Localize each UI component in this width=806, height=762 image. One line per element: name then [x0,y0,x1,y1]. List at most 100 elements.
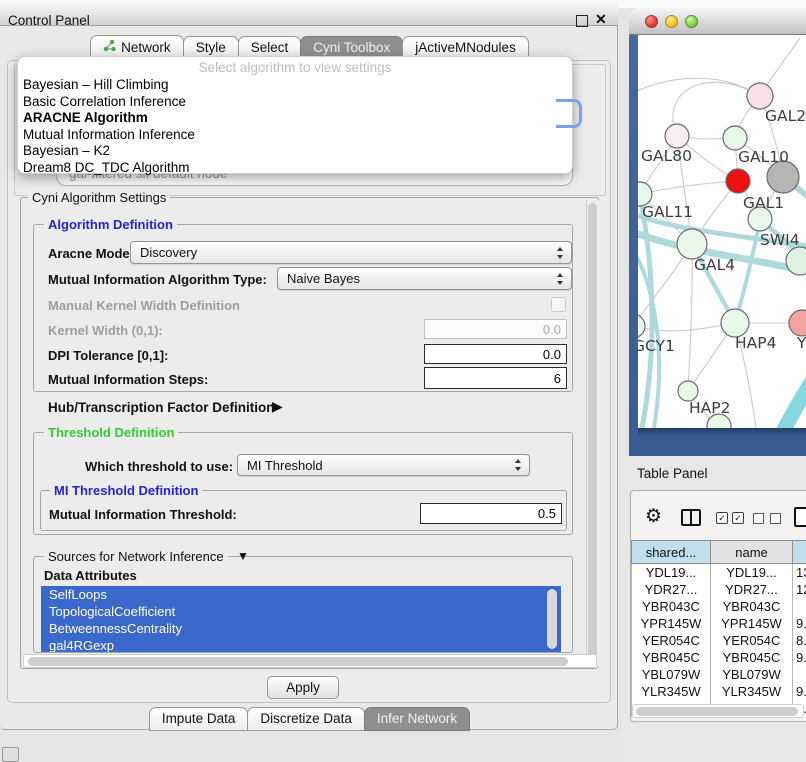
column-header-name[interactable]: name [711,541,793,564]
node-attribute-table: shared... name YDL19...YDL19...13 YDR27.… [631,540,806,717]
cell-value [793,598,806,615]
attribute-item-selfloops[interactable]: SelfLoops [41,586,561,603]
cell-shared: YBR045C [632,649,711,666]
table-horizontal-scrollbar [632,704,804,718]
node-hap2[interactable] [678,381,698,401]
window-close-button[interactable] [645,15,658,28]
cyni-bottom-tab-bar: Impute Data Discretize Data Infer Networ… [0,708,618,731]
network-canvas[interactable]: GAL2 GAL80 GAL10 GAL1 GAL11 SWI4 GAL4 GC… [638,35,806,428]
close-icon[interactable]: ✕ [595,11,607,28]
hub-definition-label[interactable]: Hub/Transcription Factor Definition [48,400,275,415]
algorithm-item-aracne[interactable]: ARACNE Algorithm [18,110,572,127]
dpi-tolerance-label: DPI Tolerance [0,1]: [48,348,168,363]
combo-spinner-icon [515,459,522,471]
table-row[interactable]: YDL19...YDL19...13 [632,564,806,582]
mi-threshold-group-title: MI Threshold Definition [50,483,202,498]
node-gal4[interactable] [677,229,707,259]
table-header-row: shared... name [632,541,806,564]
table-row[interactable]: YPR145WYPR145W9. [632,615,806,632]
algorithm-item-basic-correlation[interactable]: Basic Correlation Inference [18,94,572,111]
algorithm-dropdown-popup: Select algorithm to view settings Bayesi… [17,56,573,174]
mi-algorithm-type-value: Naive Bayes [287,271,360,286]
tab-discretize-data[interactable]: Discretize Data [247,707,365,731]
mi-algorithm-type-label: Mutual Information Algorithm Type: [48,272,267,287]
node-label-swi4: SWI4 [760,231,800,249]
table-horizontal-scrollbar-thumb[interactable] [636,707,798,716]
algorithm-item-bayesian-k2[interactable]: Bayesian – K2 [18,143,572,160]
split-panel-icon[interactable] [681,509,701,526]
manual-kernel-width-checkbox[interactable] [551,297,566,312]
float-window-icon[interactable] [576,15,588,27]
kernel-width-field[interactable]: 0.0 [424,319,567,339]
node-gal2[interactable] [747,83,773,109]
table-row[interactable]: YER054CYER054C8. [632,632,806,649]
which-threshold-combo[interactable]: MI Threshold [237,454,530,476]
cell-value: 9. [793,615,806,632]
network-window-titlebar[interactable] [629,8,806,35]
mi-threshold-field[interactable]: 0.5 [420,503,562,524]
cell-shared: YPR145W [632,615,711,632]
expand-icon[interactable]: ▶ [272,398,283,415]
cell-value: 13 [793,564,806,582]
algorithm-item-mutual-information[interactable]: Mutual Information Inference [18,127,572,144]
cell-name: YBR045C [711,649,793,666]
collapsed-panel-icon[interactable] [2,747,19,762]
cyni-algorithm-settings-title: Cyni Algorithm Settings [28,190,170,205]
dpi-tolerance-field[interactable]: 0.0 [424,344,567,364]
node-gal80[interactable] [665,124,689,148]
gear-icon[interactable]: ⚙ [645,505,662,528]
node-label-hap4: HAP4 [735,334,776,352]
table-row[interactable]: YDR27...YDR27...12 [632,581,806,598]
checked-boxes-icon[interactable]: ✓ ✓ [716,512,744,524]
node-gal10[interactable] [723,126,747,150]
mi-algorithm-type-combo[interactable]: Naive Bayes [277,267,572,290]
sources-title[interactable]: Sources for Network Inference [44,549,228,564]
window-inner-shadow [638,428,806,436]
table-row[interactable]: YBR043CYBR043C [632,598,806,615]
aracne-mode-label: Aracne Mode: [48,246,134,261]
algorithm-item-dream8[interactable]: Dream8 DC_TDC Algorithm [18,160,572,177]
mi-steps-field[interactable]: 6 [424,367,567,389]
cell-shared: YBL079W [632,666,711,683]
cell-shared: YLR345W [632,683,711,700]
node-label-gal11: GAL11 [642,203,693,221]
attribute-item-gal4rgexp[interactable]: gal4RGexp [41,637,561,652]
column-header-partial[interactable] [793,541,806,564]
kernel-width-label: Kernel Width (0,1): [48,323,163,338]
tab-infer-network[interactable]: Infer Network [364,707,470,731]
table-row[interactable]: YLR345WYLR345W9. [632,683,806,700]
window-zoom-button[interactable] [685,15,698,28]
node-salmon[interactable] [789,310,806,336]
cell-shared: YDR27... [632,581,711,598]
node-label-gal10: GAL10 [738,148,789,166]
cell-shared: YER054C [632,632,711,649]
node-hap4[interactable] [721,309,749,337]
algorithm-item-bayesian-hill-climbing[interactable]: Bayesian – Hill Climbing [18,77,572,94]
node-gcy1[interactable] [638,314,645,338]
attribute-item-topologicalcoefficient[interactable]: TopologicalCoefficient [41,603,561,620]
settings-vertical-scrollbar-thumb[interactable] [588,203,597,661]
attribute-item-betweennesscentrality[interactable]: BetweennessCentrality [41,620,561,637]
dpi-tolerance-value: 0.0 [543,347,561,362]
table-row[interactable]: YBR045CYBR045C9. [632,649,806,666]
node-label-gal1: GAL1 [743,194,784,212]
file-icon[interactable] [794,507,806,527]
unchecked-boxes-icon[interactable] [753,513,781,524]
tab-impute-data[interactable]: Impute Data [149,707,249,731]
aracne-mode-combo[interactable]: Discovery [130,241,572,264]
column-header-shared-name[interactable]: shared... [632,541,711,564]
mi-steps-label: Mutual Information Steps: [48,372,208,387]
attributes-list-scrollbar-thumb[interactable] [547,589,557,649]
window-minimize-button[interactable] [665,15,678,28]
which-threshold-value: MI Threshold [247,458,323,473]
settings-horizontal-scrollbar [23,654,597,668]
collapse-icon[interactable]: ▼ [237,549,249,563]
control-panel-header [0,0,618,26]
node-gal1[interactable] [726,169,750,193]
settings-horizontal-scrollbar-thumb[interactable] [28,657,568,666]
tab-network-label: Network [121,40,171,55]
aracne-mode-value: Discovery [140,245,197,260]
cell-shared: YDL19... [632,564,711,582]
apply-button[interactable]: Apply [267,676,339,699]
table-row[interactable]: YBL079WYBL079W [632,666,806,683]
